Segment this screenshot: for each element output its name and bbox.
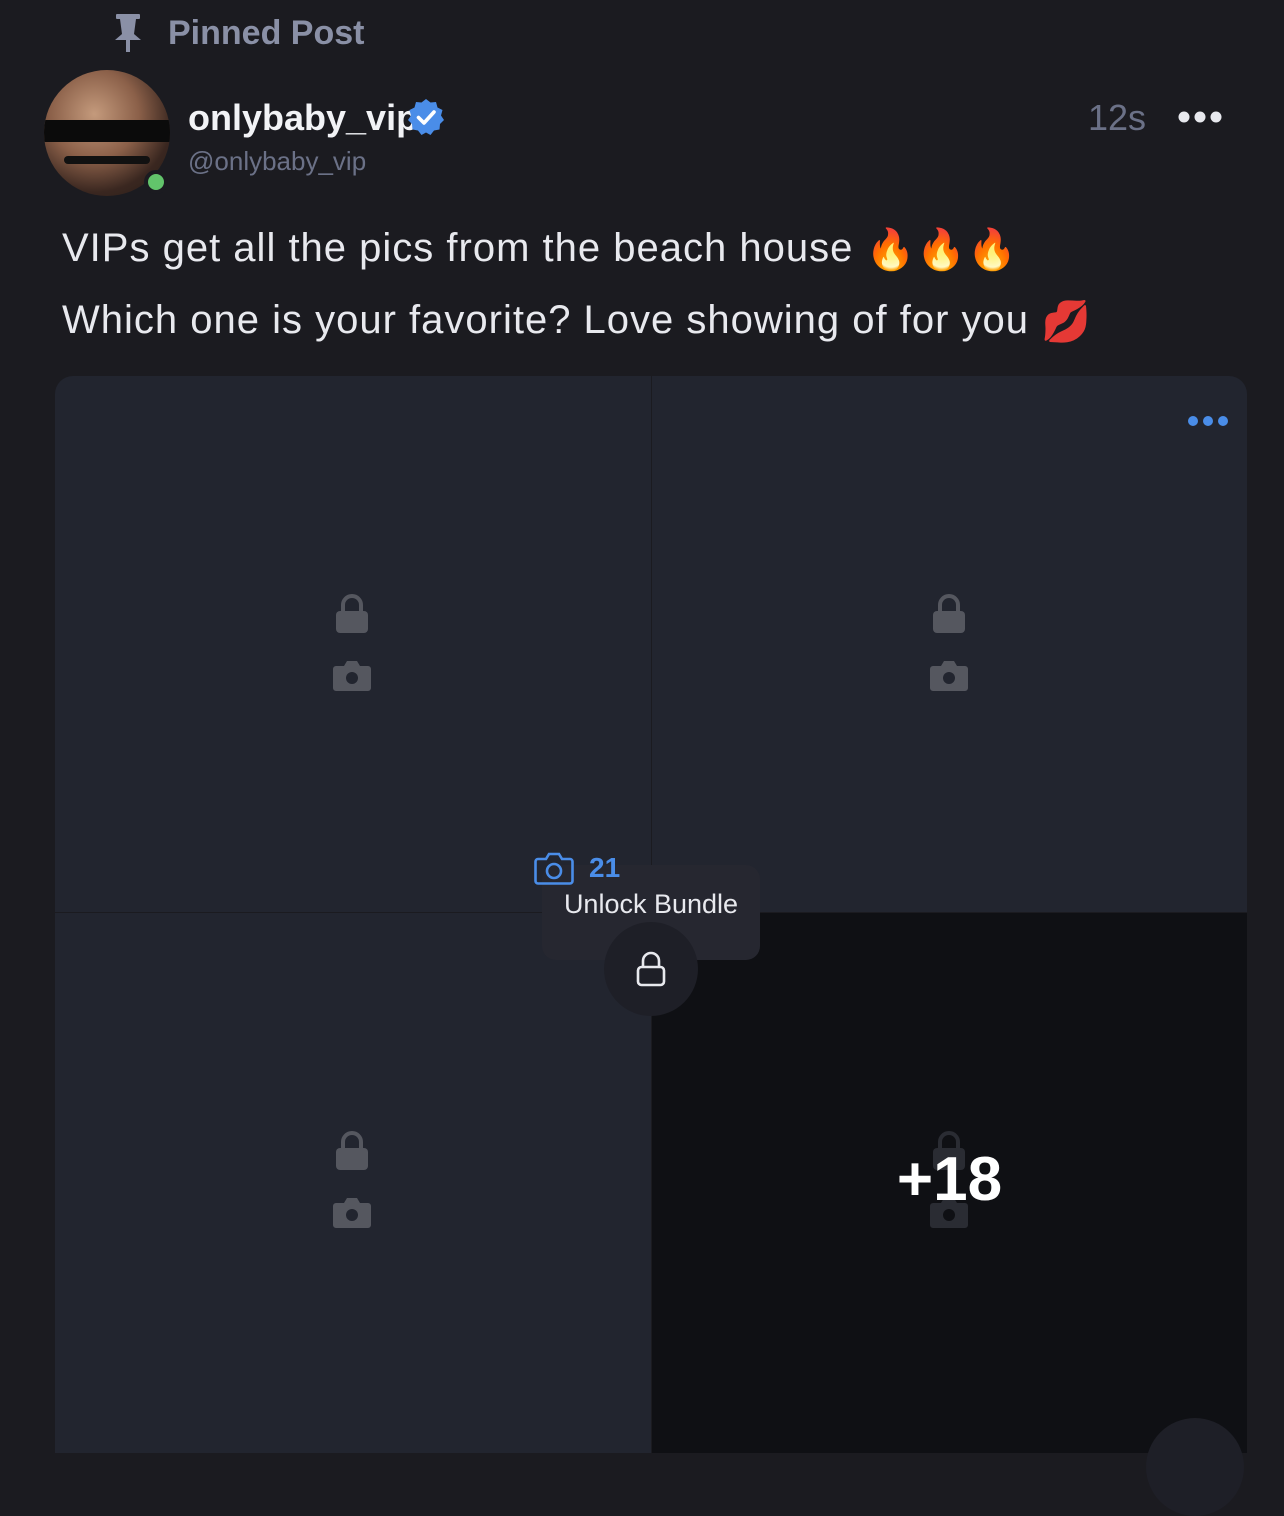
media-more-options-icon[interactable] (1186, 410, 1230, 432)
lock-outline-icon (636, 951, 666, 987)
camera-icon (333, 1198, 371, 1228)
media-tile-2[interactable] (652, 376, 1247, 912)
verified-badge-icon (408, 99, 444, 135)
pinned-post-label: Pinned Post (168, 14, 365, 52)
author-display-name[interactable]: onlybaby_vip (188, 96, 418, 140)
author-username[interactable]: @onlybaby_vip (188, 144, 366, 178)
more-media-count: +18 (896, 1145, 1003, 1214)
media-tile-3[interactable] (55, 913, 651, 1453)
pin-icon (115, 14, 141, 52)
post-text-line-1: VIPs get all the pics from the beach hou… (62, 222, 1018, 276)
fire-emoji-icon: 🔥🔥🔥 (865, 228, 1018, 273)
lock-icon (933, 594, 965, 633)
online-status-dot (144, 170, 168, 194)
bundle-photo-count: 21 (589, 852, 621, 883)
post-text-line-2: Which one is your favorite? Love showing… (62, 294, 1092, 348)
floating-action-button[interactable] (1146, 1418, 1244, 1516)
media-tile-1[interactable] (55, 376, 651, 912)
kiss-emoji-icon: 💋 (1041, 300, 1092, 345)
unlock-bundle-label[interactable]: Unlock Bundle (542, 886, 760, 922)
post-text-line-2-content: Which one is your favorite? Love showing… (62, 298, 1030, 342)
camera-icon (930, 661, 968, 691)
post-timestamp: 12s (1088, 97, 1147, 138)
post-more-options-icon[interactable] (1176, 100, 1224, 134)
camera-icon (333, 661, 371, 691)
lock-icon (336, 594, 368, 633)
camera-outline-icon (534, 852, 574, 885)
unlock-button[interactable] (604, 922, 698, 1016)
post-text-line-1-content: VIPs get all the pics from the beach hou… (62, 226, 854, 270)
lock-icon (336, 1131, 368, 1170)
